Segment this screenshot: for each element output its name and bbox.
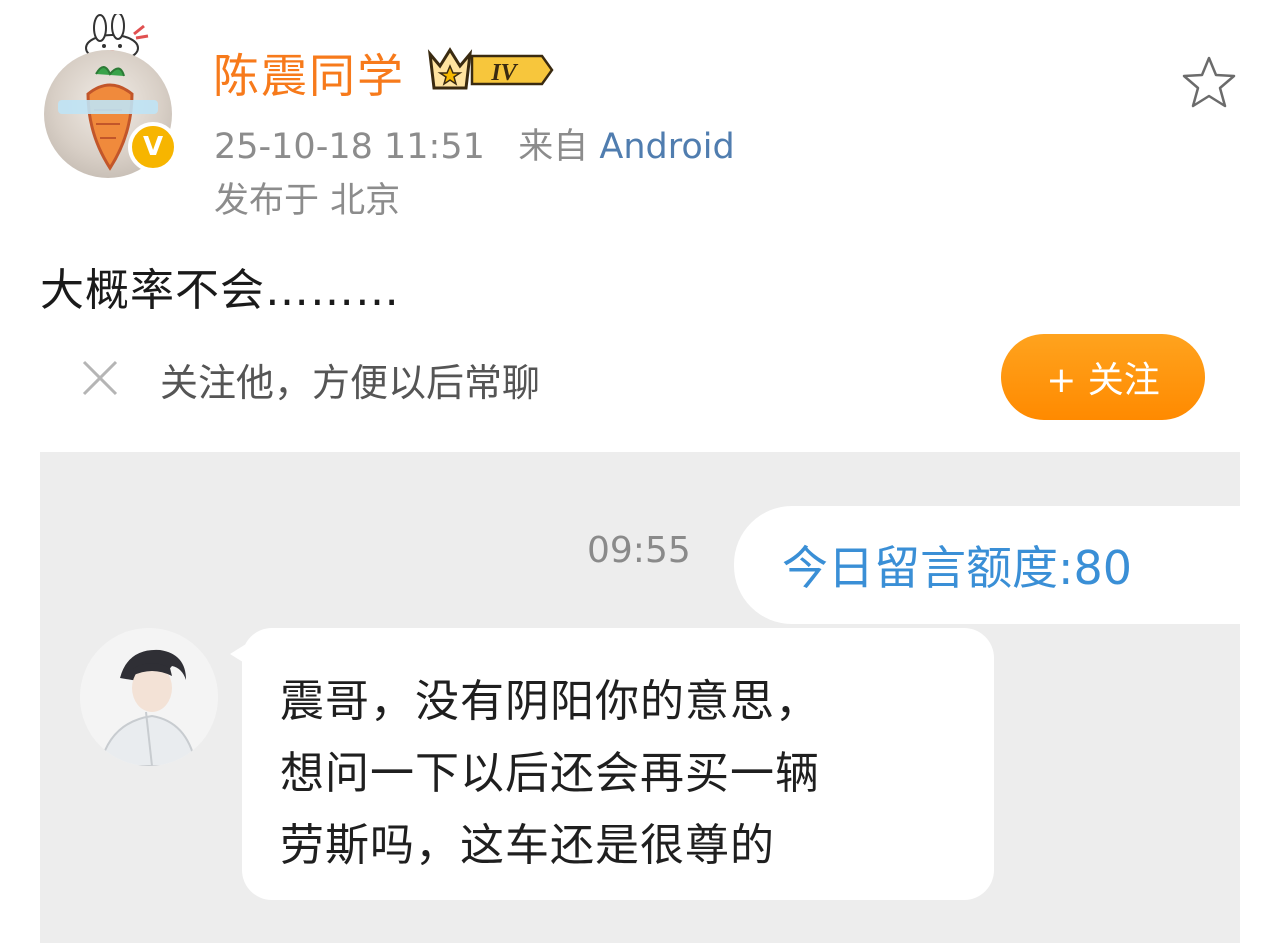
quota-message-bubble: 今日留言额度:80 <box>734 506 1240 624</box>
close-icon[interactable] <box>80 358 120 398</box>
quota-message-text: 今日留言额度:80 <box>782 541 1133 595</box>
follow-button[interactable]: + 关注 <box>1001 334 1205 420</box>
post-timestamp: 25-10-18 11:51 <box>214 127 485 167</box>
post-source-prefix: 来自 <box>518 127 589 167</box>
post-location: 发布于 北京 <box>214 181 401 221</box>
vip-crown-badge-icon[interactable]: IV <box>426 44 556 94</box>
star-favorite-icon[interactable] <box>1180 54 1238 112</box>
author-username[interactable]: 陈震同学 <box>213 40 405 106</box>
author-avatar[interactable]: V <box>44 14 184 178</box>
sender-avatar[interactable] <box>80 628 218 766</box>
message-line: 想问一下以后还会再买一辆 <box>280 748 820 799</box>
post-source-link[interactable]: Android <box>599 127 734 167</box>
message-line: 劳斯吗，这车还是很尊的 <box>280 820 775 871</box>
post-meta: 25-10-18 11:51 来自 Android <box>214 118 735 169</box>
received-message-bubble: 震哥，没有阴阳你的意思， 想问一下以后还会再买一辆 劳斯吗，这车还是很尊的 <box>242 628 994 900</box>
chat-timestamp: 09:55 <box>587 530 691 571</box>
message-line: 震哥，没有阴阳你的意思， <box>280 676 820 727</box>
svg-text:IV: IV <box>490 60 518 86</box>
post-text: 大概率不会……… <box>40 265 400 316</box>
verified-badge-icon: V <box>128 122 178 172</box>
follow-tip-text: 关注他，方便以后常聊 <box>160 361 541 405</box>
